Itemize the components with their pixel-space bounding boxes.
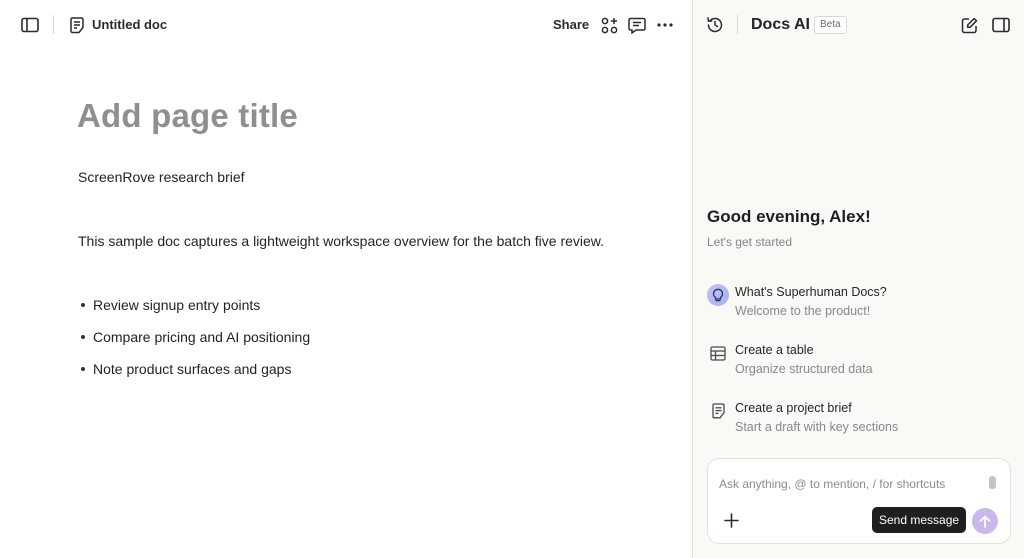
plus-icon (723, 512, 739, 528)
bullet-text: Review signup entry points (93, 297, 261, 313)
sidebar-toggle-icon (21, 17, 39, 33)
new-chat-button[interactable] (959, 15, 979, 35)
send-message-tooltip: Send message (872, 507, 967, 533)
new-chat-icon (961, 17, 977, 33)
more-options-button[interactable] (655, 15, 675, 35)
send-message-button[interactable] (972, 508, 998, 534)
doc-title[interactable]: Untitled doc (92, 17, 167, 32)
suggestion-description: Organize structured data (735, 362, 873, 376)
suggestion-title: Create a project brief (735, 401, 852, 415)
apps-add-icon (601, 17, 617, 33)
ai-side-panel: Docs AI Beta Good evening, Alex! Let's g… (692, 0, 1024, 558)
beta-badge: Beta (814, 16, 847, 34)
greeting-heading: Good evening, Alex! (707, 207, 871, 226)
composer-scrollbar[interactable] (989, 476, 996, 489)
suggestion-icon-wrapper (707, 284, 729, 306)
history-button[interactable] (705, 15, 725, 35)
panel-toggle-icon (992, 17, 1010, 33)
bullet-list-item[interactable]: Note product surfaces and gaps (78, 361, 291, 377)
page-title-placeholder[interactable]: Add page title (77, 97, 298, 135)
suggestion-what-is-docs[interactable]: What's Superhuman Docs? Welcome to the p… (707, 284, 1007, 324)
app-window: Untitled doc Share Add page title Screen… (0, 0, 1024, 558)
sidebar-toggle-button[interactable] (20, 15, 40, 35)
document-icon (70, 16, 84, 33)
paragraph[interactable]: This sample doc captures a lightweight w… (78, 233, 604, 249)
doc-icon-wrapper (68, 15, 86, 35)
table-icon (710, 345, 726, 361)
panel-title: Docs AI (751, 16, 810, 33)
suggestion-icon-wrapper (707, 342, 729, 364)
bullet-text: Compare pricing and AI positioning (93, 329, 311, 345)
topbar-divider (53, 15, 54, 34)
comment-button[interactable] (627, 15, 647, 35)
add-attachment-button[interactable] (721, 510, 741, 530)
more-icon (657, 23, 673, 27)
panel-divider (737, 15, 738, 34)
apps-add-button[interactable] (599, 15, 619, 35)
comment-icon (628, 17, 646, 34)
bullet-list-item[interactable]: Review signup entry points (78, 297, 260, 313)
bullet-list-item[interactable]: Compare pricing and AI positioning (78, 329, 310, 345)
document-icon (711, 403, 725, 419)
bullet-text: Note product surfaces and gaps (93, 361, 292, 377)
suggestion-title: What's Superhuman Docs? (735, 285, 887, 299)
share-button[interactable]: Share (553, 17, 589, 32)
bullet-dot (81, 335, 85, 339)
paragraph[interactable]: ScreenRove research brief (78, 169, 245, 185)
arrow-up-icon (979, 515, 991, 528)
bullet-dot (81, 367, 85, 371)
bullet-dot (81, 303, 85, 307)
suggestion-project-brief[interactable]: Create a project brief Start a draft wit… (707, 400, 1007, 440)
suggestion-description: Start a draft with key sections (735, 420, 899, 434)
chat-input[interactable] (719, 475, 979, 493)
chat-composer: Send message (707, 458, 1011, 544)
greeting-subtitle: Let's get started (707, 235, 793, 249)
suggestion-create-table[interactable]: Create a table Organize structured data (707, 342, 1007, 382)
suggestion-description: Welcome to the product! (735, 304, 871, 318)
editor-topbar: Untitled doc Share (0, 0, 692, 50)
suggestion-title: Create a table (735, 343, 814, 357)
lightbulb-icon (707, 284, 729, 306)
history-icon (707, 17, 723, 33)
editor-pane: Untitled doc Share Add page title Screen… (0, 0, 692, 558)
panel-toggle-button[interactable] (991, 15, 1011, 35)
suggestion-icon-wrapper (707, 400, 729, 422)
